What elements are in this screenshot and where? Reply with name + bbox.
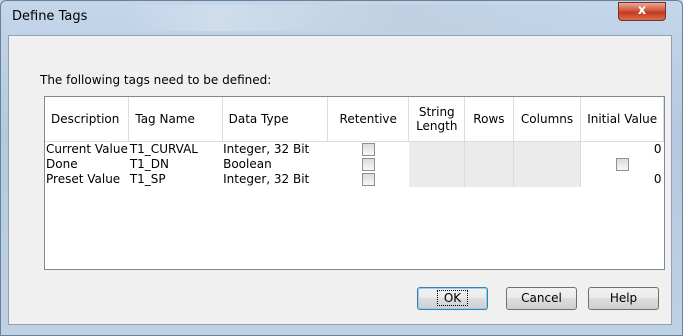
ok-button[interactable]: OK: [417, 287, 488, 310]
col-header-retentive[interactable]: Retentive: [327, 97, 410, 142]
col-header-data-type[interactable]: Data Type: [222, 97, 329, 142]
dialog-title: Define Tags: [12, 9, 88, 24]
col-header-initial-value[interactable]: Initial Value: [580, 97, 664, 142]
cell-description[interactable]: Done: [45, 157, 129, 172]
cell-string-length: [408, 156, 466, 172]
cell-rows: [464, 171, 514, 187]
title-bar-glare: [121, 5, 591, 31]
tags-grid: Description Tag Name Data Type Retentive…: [44, 96, 665, 270]
retentive-checkbox[interactable]: [361, 157, 375, 171]
dialog-body: The following tags need to be defined: D…: [8, 35, 672, 325]
cell-tag-name[interactable]: T1_CURVAL: [129, 141, 222, 157]
cell-initial-value: [581, 157, 664, 172]
col-header-tag-name[interactable]: Tag Name: [128, 97, 223, 142]
close-button[interactable]: x: [618, 2, 666, 21]
cell-columns: [513, 156, 582, 172]
cell-data-type[interactable]: Integer, 32 Bit: [222, 172, 327, 187]
prompt-text: The following tags need to be defined:: [40, 73, 272, 87]
cell-data-type[interactable]: Boolean: [222, 157, 327, 172]
cancel-button[interactable]: Cancel: [506, 287, 577, 310]
col-header-columns[interactable]: Columns: [513, 97, 582, 142]
cell-data-type[interactable]: Integer, 32 Bit: [222, 141, 327, 157]
cell-retentive: [328, 172, 409, 187]
cell-initial-value[interactable]: 0: [581, 141, 664, 157]
help-button[interactable]: Help: [588, 287, 659, 310]
cell-initial-value[interactable]: 0: [581, 172, 664, 187]
cell-columns: [513, 171, 582, 187]
cell-rows: [464, 141, 514, 157]
cell-tag-name[interactable]: T1_SP: [129, 172, 222, 187]
table-row[interactable]: Done T1_DN Boolean: [45, 156, 664, 172]
cell-description[interactable]: Preset Value: [45, 172, 129, 187]
grid-header-row: Description Tag Name Data Type Retentive…: [45, 97, 664, 142]
close-icon: x: [637, 3, 647, 18]
cell-rows: [464, 156, 514, 172]
retentive-checkbox[interactable]: [361, 142, 375, 156]
col-header-rows[interactable]: Rows: [464, 97, 514, 142]
col-header-description[interactable]: Description: [45, 97, 130, 142]
cell-retentive: [328, 157, 409, 172]
cell-string-length: [408, 171, 466, 187]
table-row[interactable]: Current Value T1_CURVAL Integer, 32 Bit …: [45, 141, 664, 157]
retentive-checkbox[interactable]: [361, 172, 375, 186]
cell-string-length: [408, 141, 466, 157]
cell-retentive: [328, 141, 409, 157]
cell-tag-name[interactable]: T1_DN: [129, 157, 222, 172]
table-row[interactable]: Preset Value T1_SP Integer, 32 Bit 0: [45, 171, 664, 187]
col-header-string-length[interactable]: String Length: [408, 97, 466, 142]
ok-button-label: OK: [436, 290, 469, 306]
cell-columns: [513, 141, 582, 157]
title-bar: Define Tags x: [1, 1, 682, 35]
define-tags-dialog: Define Tags x The following tags need to…: [0, 0, 683, 336]
cell-description[interactable]: Current Value: [45, 141, 129, 157]
initial-value-checkbox[interactable]: [615, 157, 629, 171]
